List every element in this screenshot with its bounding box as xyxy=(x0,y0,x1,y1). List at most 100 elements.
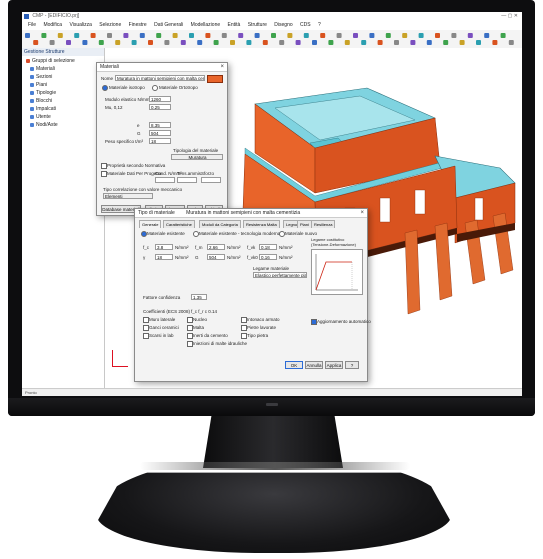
toolbar-tool-icon[interactable] xyxy=(410,40,416,45)
toolbar-tool-icon[interactable] xyxy=(369,33,375,38)
toolbar-tool-icon[interactable] xyxy=(221,33,227,38)
close-icon[interactable]: × xyxy=(220,63,224,71)
toolbar-tool-icon[interactable] xyxy=(98,40,104,45)
tree-item-utente[interactable]: Utente xyxy=(30,114,51,120)
window-controls[interactable]: — ▢ ✕ xyxy=(501,12,518,21)
toolbar-tool-icon[interactable] xyxy=(246,40,252,45)
toolbar-tool-icon[interactable] xyxy=(66,40,71,45)
param-field[interactable]: 0.18 xyxy=(259,244,277,250)
toolbar-tool-icon[interactable] xyxy=(254,33,260,38)
tab-caratteristiche[interactable]: Caratteristiche xyxy=(163,220,195,228)
toolbar-tool-icon[interactable] xyxy=(402,33,408,38)
toolbar-tool-icon[interactable] xyxy=(426,40,432,45)
menu-file[interactable]: File xyxy=(28,22,36,28)
toolbar-tool-icon[interactable] xyxy=(484,33,490,38)
extra-field[interactable] xyxy=(201,177,221,183)
menu-modifica[interactable]: Modifica xyxy=(43,22,62,28)
toolbar-tool-icon[interactable] xyxy=(320,33,326,38)
toolbar-tool-icon[interactable] xyxy=(197,40,203,45)
menu-selezione[interactable]: Selezione xyxy=(99,22,121,28)
tab-resilienza[interactable]: Resilienza xyxy=(311,220,336,228)
toolbar-tool-icon[interactable] xyxy=(271,33,276,38)
toolbar-tool-icon[interactable] xyxy=(123,33,129,38)
toolbar-tool-icon[interactable] xyxy=(500,33,506,38)
ok-button[interactable]: OK xyxy=(285,361,303,369)
toolbar-icons[interactable] xyxy=(22,30,522,48)
toolbar-tool-icon[interactable] xyxy=(295,40,301,45)
toolbar-tool-icon[interactable] xyxy=(164,40,170,45)
toolbar-tool-icon[interactable] xyxy=(344,40,350,45)
tree-item-piani[interactable]: Piani xyxy=(30,82,47,88)
toolbar-tool-icon[interactable] xyxy=(57,33,63,38)
toolbar-tool-icon[interactable] xyxy=(25,33,30,38)
tree-item-blocchi[interactable]: Blocchi xyxy=(30,98,52,104)
toolbar-tool-icon[interactable] xyxy=(90,33,96,38)
applica-button[interactable]: Applica xyxy=(325,361,343,369)
toolbar-tool-icon[interactable] xyxy=(492,40,498,45)
param-field[interactable]: 504 xyxy=(207,254,225,260)
menu-disegno[interactable]: Disegno xyxy=(274,22,292,28)
toolbar-tool-icon[interactable] xyxy=(148,40,153,45)
toolbar-tool-icon[interactable] xyxy=(394,40,399,45)
toolbar-tool-icon[interactable] xyxy=(156,33,162,38)
toolbar-tool-icon[interactable] xyxy=(180,40,186,45)
param-field[interactable]: 2.66 xyxy=(207,244,225,250)
toolbar-tool-icon[interactable] xyxy=(385,33,391,38)
toolbar-tool-icon[interactable] xyxy=(459,40,465,45)
modulo-elastico-field[interactable]: 1260 xyxy=(149,96,171,102)
toolbar-tool-icon[interactable] xyxy=(328,40,334,45)
radio-ortotropo[interactable] xyxy=(152,85,158,91)
color-swatch[interactable] xyxy=(207,75,223,83)
toolbar-tool-icon[interactable] xyxy=(467,33,473,38)
toolbar-tool-icon[interactable] xyxy=(139,33,145,38)
toolbar-tool-icon[interactable] xyxy=(82,40,88,45)
toolbar-tool-icon[interactable] xyxy=(230,40,235,45)
menu-visualizza[interactable]: Visualizza xyxy=(69,22,91,28)
tree-item-sezioni[interactable]: Sezioni xyxy=(30,74,52,80)
close-icon[interactable]: × xyxy=(360,209,364,217)
toolbar-tool-icon[interactable] xyxy=(418,33,424,38)
toolbar-tool-icon[interactable] xyxy=(189,33,194,38)
param-field[interactable]: 18 xyxy=(155,254,173,260)
tree-item-materiali[interactable]: Materiali xyxy=(30,66,55,72)
toolbar-tool-icon[interactable] xyxy=(49,40,55,45)
toolbar-tool-icon[interactable] xyxy=(476,40,481,45)
toolbar-tool-icon[interactable] xyxy=(508,40,514,45)
tree-item-impalcati[interactable]: Impalcati xyxy=(30,106,56,112)
toolbar-tool-icon[interactable] xyxy=(279,40,285,45)
param-field[interactable]: 0.16 xyxy=(259,254,277,260)
toolbar-tool-icon[interactable] xyxy=(131,40,137,45)
menu-cds[interactable]: CDS xyxy=(300,22,311,28)
toolbar-tool-icon[interactable] xyxy=(238,33,244,38)
toolbar-tool-icon[interactable] xyxy=(435,33,440,38)
tab-resistenza[interactable]: Resistenza Malta xyxy=(243,220,280,228)
tree-item-gruppi[interactable]: Gruppi di selezione xyxy=(26,58,75,64)
toolbar-tool-icon[interactable] xyxy=(443,40,449,45)
toolbar-tool-icon[interactable] xyxy=(303,33,309,38)
tab-moduli[interactable]: Moduli da Categoria xyxy=(199,220,241,228)
menu-finestre[interactable]: Finestre xyxy=(129,22,147,28)
toolbar-tool-icon[interactable] xyxy=(41,33,47,38)
toolbar-tool-icon[interactable] xyxy=(361,40,367,45)
g-field[interactable]: 504 xyxy=(149,130,171,136)
footer-field[interactable]: Elementi xyxy=(103,193,153,199)
toolbar-tool-icon[interactable] xyxy=(353,33,358,38)
peso-field[interactable]: 18 xyxy=(149,138,171,144)
menu-strutture[interactable]: Strutture xyxy=(248,22,267,28)
radio-isotropo[interactable] xyxy=(102,85,108,91)
annulla-button[interactable]: Annulla xyxy=(305,361,323,369)
toolbar-tool-icon[interactable] xyxy=(172,33,178,38)
extra-field[interactable] xyxy=(177,177,197,183)
toolbar-tool-icon[interactable] xyxy=(336,33,342,38)
param-field[interactable]: 3.8 xyxy=(155,244,173,250)
toolbar-tool-icon[interactable] xyxy=(451,33,457,38)
tipologia-field[interactable]: Muratura xyxy=(171,154,223,160)
menu-dati-generali[interactable]: Dati Generali xyxy=(154,22,183,28)
toolbar-tool-icon[interactable] xyxy=(377,40,383,45)
menu-entita[interactable]: Entità xyxy=(228,22,241,28)
extra-field[interactable] xyxy=(155,177,175,183)
menu-help[interactable]: ? xyxy=(318,22,321,28)
toolbar-tool-icon[interactable] xyxy=(115,40,121,45)
toolbar-tool-icon[interactable] xyxy=(205,33,211,38)
help-button[interactable]: ? xyxy=(345,361,359,369)
